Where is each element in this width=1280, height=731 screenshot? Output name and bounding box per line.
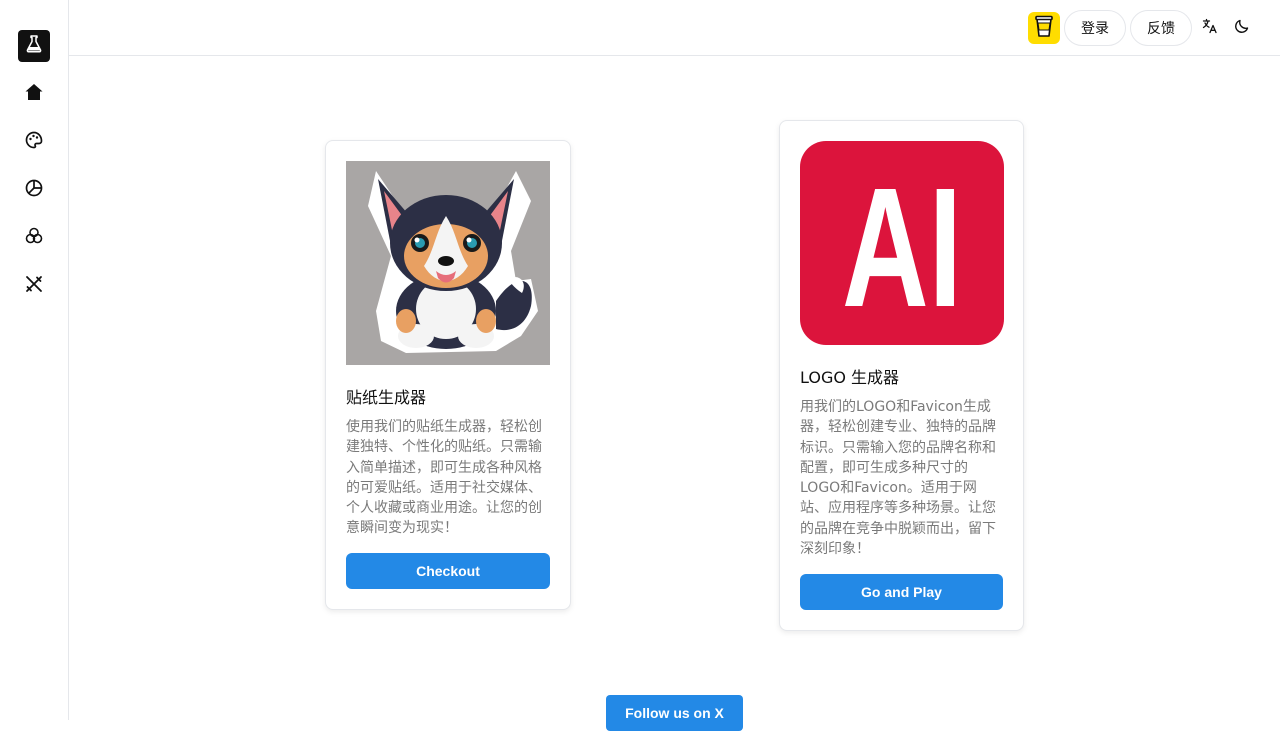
feedback-button[interactable]: 反馈 — [1130, 10, 1192, 46]
card-description: 用我们的LOGO和Favicon生成器，轻松创建专业、独特的品牌标识。只需输入您… — [800, 399, 996, 558]
sidebar-item-sticker[interactable] — [22, 130, 46, 154]
sidebar-item-chart[interactable] — [22, 178, 46, 202]
sidebar-item-circles[interactable] — [22, 226, 46, 250]
login-button[interactable]: 登录 — [1064, 10, 1126, 46]
logo-ai-text: AI — [842, 153, 962, 343]
sticker-generator-card: 贴纸生成器 使用我们的贴纸生成器，轻松创建独特、个性化的贴纸。只需输入简单描述，… — [325, 140, 571, 610]
coffee-cup-icon — [1034, 14, 1054, 43]
card-title: 贴纸生成器 — [346, 388, 427, 407]
app-logo[interactable] — [18, 30, 50, 62]
ai-logo-image: AI — [800, 141, 1004, 345]
palette-icon — [24, 130, 44, 155]
home-icon — [24, 82, 44, 107]
chart-pie-icon — [24, 178, 44, 203]
go-and-play-button[interactable]: Go and Play — [800, 574, 1003, 610]
language-button[interactable] — [1198, 16, 1222, 40]
buy-me-coffee-button[interactable] — [1028, 12, 1060, 44]
top-bar: 登录 反馈 — [69, 0, 1280, 56]
checkout-button[interactable]: Checkout — [346, 553, 550, 589]
follow-on-x-button[interactable]: Follow us on X — [606, 695, 743, 731]
moon-icon — [1234, 18, 1250, 39]
logo-generator-card: AI LOGO 生成器 用我们的LOGO和Favicon生成器，轻松创建专业、独… — [779, 120, 1024, 631]
sidebar — [0, 0, 69, 720]
theme-toggle-button[interactable] — [1230, 16, 1254, 40]
tools-icon — [24, 274, 44, 299]
card-title: LOGO 生成器 — [800, 368, 900, 387]
circles-icon — [24, 226, 44, 251]
corgi-sticker-image — [346, 161, 550, 365]
card-description: 使用我们的贴纸生成器，轻松创建独特、个性化的贴纸。只需输入简单描述，即可生成各种… — [346, 419, 542, 537]
language-icon — [1202, 18, 1218, 39]
sidebar-item-tools[interactable] — [22, 274, 46, 298]
sidebar-item-home[interactable] — [22, 82, 46, 106]
flask-icon — [25, 34, 43, 58]
